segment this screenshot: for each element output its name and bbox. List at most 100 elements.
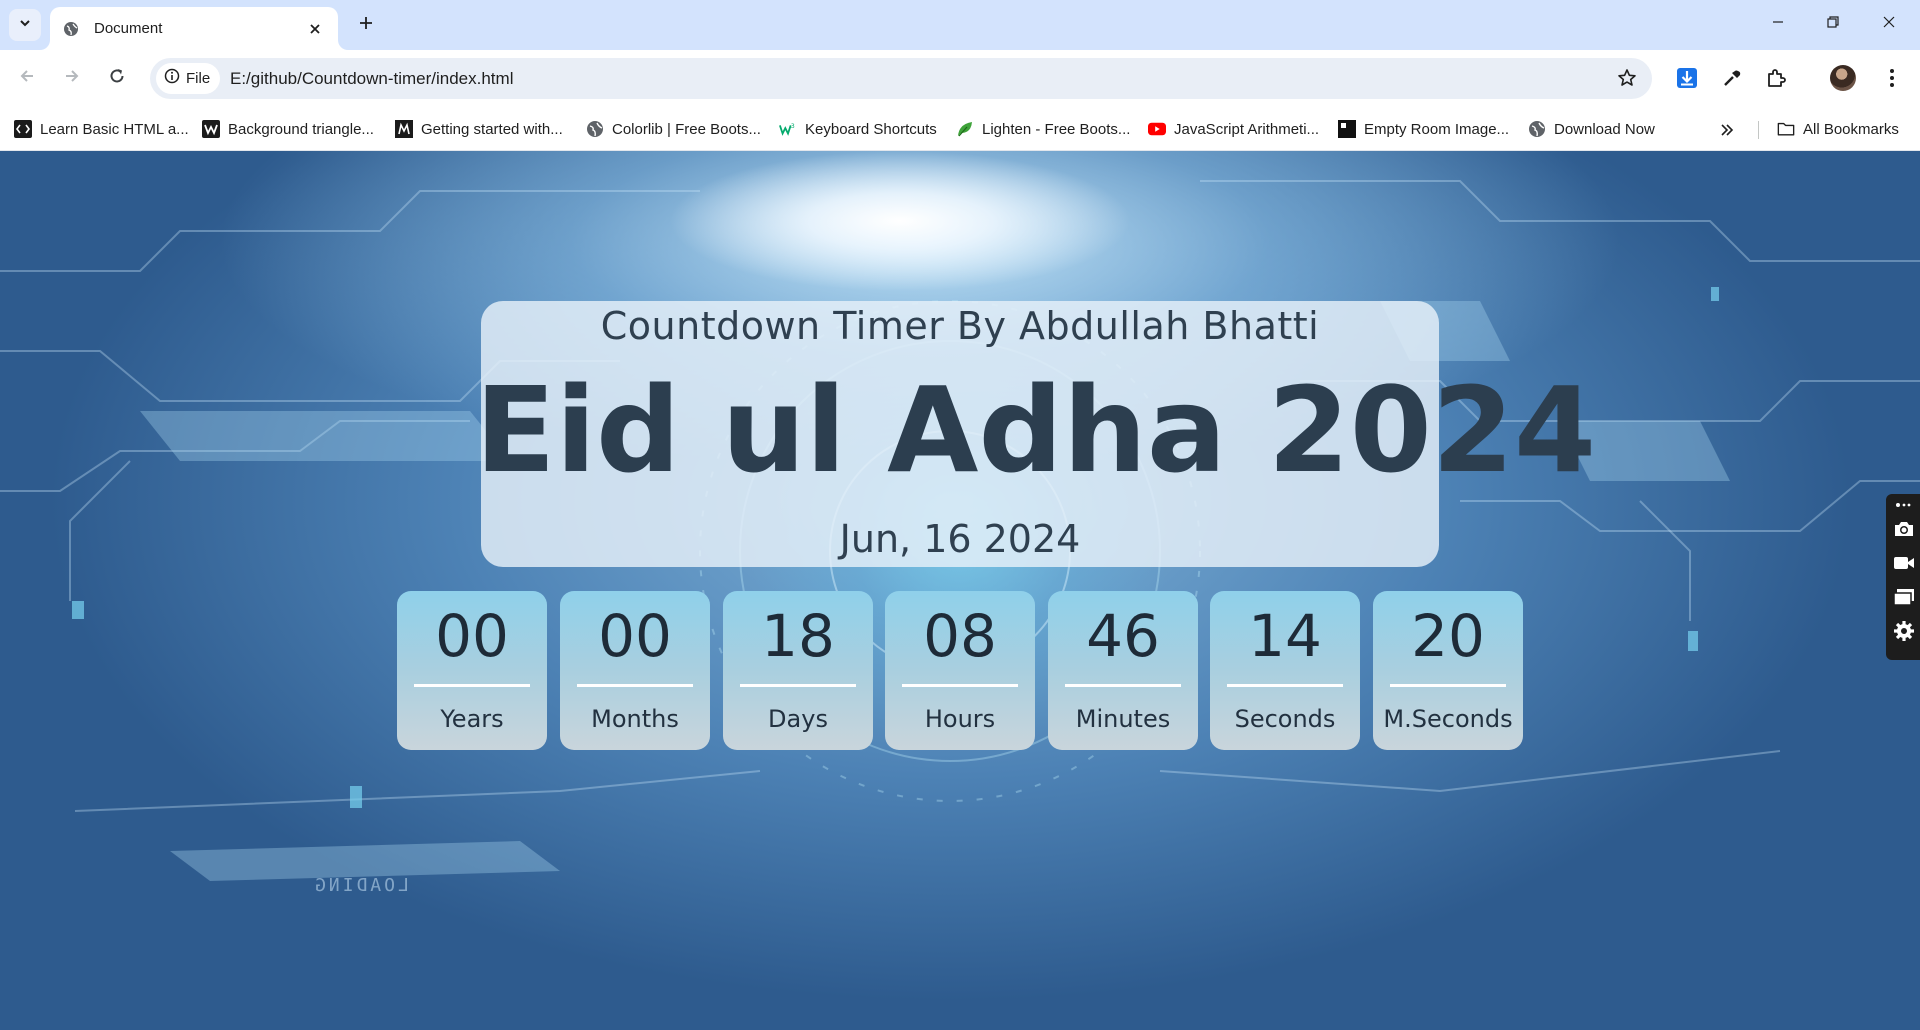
countdown-years: 00 Years [397, 591, 547, 750]
download-icon[interactable] [1672, 63, 1702, 93]
info-icon [164, 68, 180, 89]
back-button[interactable] [11, 62, 43, 94]
bookmark-item[interactable]: Getting started with... [395, 116, 563, 142]
forward-button[interactable] [56, 62, 88, 94]
close-icon[interactable] [304, 18, 326, 40]
camera-icon[interactable] [1893, 518, 1915, 540]
folder-icon [1777, 120, 1795, 138]
close-icon [1882, 15, 1896, 34]
url-text[interactable]: E:/github/Countdown-timer/index.html [230, 69, 513, 89]
countdown-seconds: 14 Seconds [1210, 591, 1360, 750]
countdown-milliseconds: 20 M.Seconds [1373, 591, 1523, 750]
globe-icon [1528, 120, 1546, 138]
unit-value: 18 [761, 602, 835, 670]
address-bar[interactable]: File E:/github/Countdown-timer/index.htm… [150, 58, 1652, 99]
unit-divider [902, 684, 1018, 687]
unit-divider [414, 684, 530, 687]
bookmark-label: Keyboard Shortcuts [805, 120, 937, 138]
countdown-minutes: 46 Minutes [1048, 591, 1198, 750]
page-viewport: Countdown Timer By Abdullah Bhatti Eid u… [0, 151, 1920, 1030]
unit-label: M.Seconds [1383, 705, 1513, 733]
unit-label: Years [440, 705, 504, 733]
new-tab-button[interactable] [352, 11, 380, 39]
w3-logo-icon: 3 [779, 120, 797, 138]
all-bookmarks-button[interactable]: All Bookmarks [1777, 116, 1899, 142]
bookmark-label: Download Now [1554, 120, 1655, 138]
bookmark-item[interactable]: Lighten - Free Boots... [956, 116, 1130, 142]
bookmark-item[interactable]: Empty Room Image... [1338, 116, 1509, 142]
m-logo-icon [395, 120, 413, 138]
browser-toolbar: File E:/github/Countdown-timer/index.htm… [0, 50, 1920, 107]
bookmark-label: JavaScript Arithmeti... [1174, 120, 1320, 138]
unit-label: Days [768, 705, 828, 733]
link-icon[interactable] [1893, 498, 1915, 512]
unit-divider [740, 684, 856, 687]
unit-divider [577, 684, 693, 687]
tab-document[interactable]: Document [50, 7, 338, 50]
reload-icon [108, 67, 126, 90]
bookmark-item[interactable]: Colorlib | Free Boots... [586, 116, 761, 142]
bookmarks-bar: Learn Basic HTML a... Background triangl… [0, 107, 1920, 151]
bookmark-label: Learn Basic HTML a... [40, 120, 189, 138]
countdown-months: 00 Months [560, 591, 710, 750]
unit-label: Hours [924, 705, 996, 733]
extensions-puzzle-icon[interactable] [1761, 63, 1791, 93]
unit-label: Minutes [1075, 705, 1171, 733]
video-camera-icon[interactable] [1893, 552, 1915, 574]
star-icon[interactable] [1616, 67, 1638, 89]
bookmark-label: Getting started with... [421, 120, 563, 138]
restore-icon [1826, 15, 1840, 34]
restore-button[interactable] [1815, 8, 1851, 40]
unit-value: 46 [1086, 602, 1160, 670]
unit-label: Months [591, 705, 679, 733]
bookmark-item[interactable]: Learn Basic HTML a... [14, 116, 189, 142]
minimize-button[interactable] [1760, 8, 1796, 40]
code-bracket-icon [14, 120, 32, 138]
reload-button[interactable] [101, 62, 133, 94]
unit-value: 20 [1411, 602, 1485, 670]
bookmark-item[interactable]: JavaScript Arithmeti... [1148, 116, 1319, 142]
title-card: Countdown Timer By Abdullah Bhatti Eid u… [475, 301, 1596, 567]
all-bookmarks-label: All Bookmarks [1803, 120, 1899, 138]
bookmark-label: Background triangle... [228, 120, 374, 138]
globe-icon [62, 20, 80, 38]
unit-label: Seconds [1234, 705, 1336, 733]
eyedropper-icon[interactable] [1717, 63, 1747, 93]
bookmark-item[interactable]: Background triangle... [202, 116, 374, 142]
green-leaf-icon [956, 120, 974, 138]
bookmark-item[interactable]: Download Now [1528, 116, 1655, 142]
countdown-hours: 08 Hours [885, 591, 1035, 750]
close-window-button[interactable] [1871, 8, 1907, 40]
event-date: Jun, 16 2024 [839, 517, 1081, 561]
menu-kebab-icon[interactable] [1877, 63, 1907, 93]
unit-value: 00 [598, 602, 672, 670]
bookmarks-divider [1758, 121, 1759, 139]
unit-value: 14 [1248, 602, 1322, 670]
unit-value: 08 [923, 602, 997, 670]
unit-divider [1065, 684, 1181, 687]
chevron-down-icon [18, 16, 32, 35]
countdown-days: 18 Days [723, 591, 873, 750]
globe-icon [586, 120, 604, 138]
tab-strip: Document [0, 0, 1920, 50]
arrow-left-icon [18, 67, 36, 90]
site-info-chip[interactable]: File [156, 63, 221, 94]
background-loading-text: LOADING [312, 875, 409, 896]
gear-icon[interactable] [1893, 620, 1915, 642]
arrow-right-icon [63, 67, 81, 90]
svg-text:3: 3 [791, 123, 795, 130]
double-chevron-right-icon[interactable] [1716, 120, 1738, 140]
window-capture-icon[interactable] [1893, 586, 1915, 608]
profile-avatar[interactable] [1830, 65, 1856, 91]
page-subtitle: Countdown Timer By Abdullah Bhatti [600, 304, 1320, 348]
bookmark-item[interactable]: 3 Keyboard Shortcuts [779, 116, 937, 142]
bookmark-label: Colorlib | Free Boots... [612, 120, 761, 138]
tab-search-button[interactable] [9, 9, 41, 41]
site-chip-label: File [186, 70, 211, 87]
bookmark-label: Lighten - Free Boots... [982, 120, 1131, 138]
plus-icon [358, 15, 374, 36]
tab-title: Document [94, 20, 163, 37]
black-square-icon [1338, 120, 1356, 138]
w-logo-icon [202, 120, 220, 138]
minimize-icon [1771, 15, 1785, 34]
